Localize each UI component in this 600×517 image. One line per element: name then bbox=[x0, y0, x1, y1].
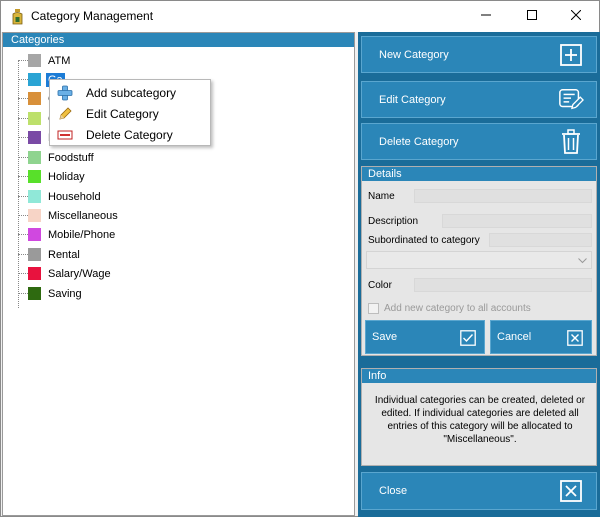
tree-item-household[interactable]: Household bbox=[18, 187, 103, 206]
info-header: Info bbox=[362, 369, 596, 383]
color-label: Color bbox=[368, 280, 392, 291]
pencil-icon bbox=[56, 106, 74, 122]
color-swatch bbox=[28, 112, 41, 125]
tree-item-mobile-phone[interactable]: Mobile/Phone bbox=[18, 225, 117, 244]
tree-item-label: Holiday bbox=[48, 170, 85, 183]
cancel-button[interactable]: Cancel bbox=[490, 320, 592, 354]
delete-icon bbox=[56, 127, 74, 143]
tree-item-holiday[interactable]: Holiday bbox=[18, 167, 87, 186]
subordinated-label: Subordinated to category bbox=[368, 235, 480, 246]
tree-item-saving[interactable]: Saving bbox=[18, 284, 84, 303]
save-button[interactable]: Save bbox=[365, 320, 485, 354]
checkbox-box bbox=[368, 303, 379, 314]
maximize-icon bbox=[527, 10, 537, 23]
menu-item-label: Add subcategory bbox=[86, 85, 177, 100]
color-swatch bbox=[28, 248, 41, 261]
close-window-button[interactable] bbox=[553, 1, 599, 32]
color-swatch bbox=[28, 190, 41, 203]
color-swatch bbox=[28, 92, 41, 105]
button-label: Save bbox=[372, 331, 398, 343]
tree-item-label: Saving bbox=[48, 287, 82, 300]
title-bar: Category Management bbox=[1, 1, 599, 32]
close-button[interactable]: Close bbox=[361, 472, 597, 510]
category-management-window: Category Management Categories ATM Foods… bbox=[0, 0, 600, 517]
color-swatch bbox=[28, 287, 41, 300]
button-label: Close bbox=[379, 485, 408, 497]
edit-category-button[interactable]: Edit Category bbox=[361, 81, 597, 118]
checkmark-icon bbox=[460, 330, 476, 346]
tree-item-label: Miscellaneous bbox=[48, 209, 118, 222]
close-icon bbox=[570, 9, 582, 23]
tree-item-label: Mobile/Phone bbox=[48, 228, 116, 241]
color-swatch bbox=[28, 228, 41, 241]
add-to-all-accounts-checkbox[interactable]: Add new category to all accounts bbox=[368, 303, 531, 314]
name-label: Name bbox=[368, 191, 395, 202]
actions-pane: New Category Edit Category Delete Catego… bbox=[358, 32, 600, 517]
tree-item-label: Salary/Wage bbox=[48, 267, 111, 280]
button-label: Edit Category bbox=[379, 93, 446, 106]
details-header: Details bbox=[362, 167, 596, 181]
window-title: Category Management bbox=[31, 9, 154, 23]
details-group: Details Name Description Subordinated to… bbox=[361, 166, 597, 356]
info-text: Individual categories can be created, de… bbox=[374, 395, 586, 445]
chevron-down-icon bbox=[578, 255, 587, 267]
description-label: Description bbox=[368, 216, 419, 227]
menu-item-edit-category[interactable]: Edit Category bbox=[50, 103, 210, 124]
description-field[interactable] bbox=[442, 214, 592, 228]
color-swatch bbox=[28, 131, 41, 144]
close-box-icon bbox=[567, 330, 583, 346]
color-swatch bbox=[28, 151, 41, 164]
menu-item-add-subcategory[interactable]: Add subcategory bbox=[50, 82, 210, 103]
tree-item-label: Household bbox=[48, 190, 101, 203]
close-box-icon bbox=[558, 478, 584, 504]
tree-item-miscellaneous[interactable]: Miscellaneous bbox=[18, 206, 120, 225]
color-swatch bbox=[28, 209, 41, 222]
subordinated-category-select[interactable] bbox=[366, 251, 592, 269]
tree-item-atm[interactable]: ATM bbox=[18, 51, 72, 70]
color-swatch bbox=[28, 54, 41, 67]
button-label: Delete Category bbox=[379, 135, 459, 148]
tree-item-label: Rental bbox=[48, 248, 80, 261]
menu-item-label: Edit Category bbox=[86, 106, 159, 121]
context-menu: Add subcategory Edit Category Delete Cat… bbox=[49, 79, 211, 146]
button-label: Cancel bbox=[497, 331, 532, 343]
tree-item-foodstuff[interactable]: Foodstuff bbox=[18, 148, 96, 167]
new-category-button[interactable]: New Category bbox=[361, 36, 597, 73]
trash-icon bbox=[558, 129, 584, 155]
color-swatch bbox=[28, 73, 41, 86]
tree-item-salary-wage[interactable]: Salary/Wage bbox=[18, 264, 113, 283]
categories-header: Categories bbox=[3, 33, 354, 47]
button-label: New Category bbox=[379, 48, 449, 61]
tree-item-label: Foodstuff bbox=[48, 151, 94, 164]
color-swatch bbox=[28, 267, 41, 280]
plus-icon bbox=[56, 85, 74, 101]
tree-item-rental[interactable]: Rental bbox=[18, 245, 82, 264]
tree-item-label: ATM bbox=[48, 54, 71, 67]
subordinated-label-bg bbox=[489, 233, 592, 247]
minimize-icon bbox=[481, 10, 491, 23]
edit-form-icon bbox=[558, 87, 584, 113]
money-bag-icon bbox=[12, 9, 23, 25]
menu-item-label: Delete Category bbox=[86, 127, 173, 142]
name-field[interactable] bbox=[414, 189, 592, 203]
maximize-button[interactable] bbox=[509, 1, 555, 32]
minimize-button[interactable] bbox=[463, 1, 509, 32]
color-field[interactable] bbox=[414, 278, 592, 292]
checkbox-label: Add new category to all accounts bbox=[384, 303, 531, 314]
add-box-icon bbox=[558, 42, 584, 68]
color-swatch bbox=[28, 170, 41, 183]
delete-category-button[interactable]: Delete Category bbox=[361, 123, 597, 160]
info-group: Info Individual categories can be create… bbox=[361, 368, 597, 466]
menu-item-delete-category[interactable]: Delete Category bbox=[50, 124, 210, 145]
